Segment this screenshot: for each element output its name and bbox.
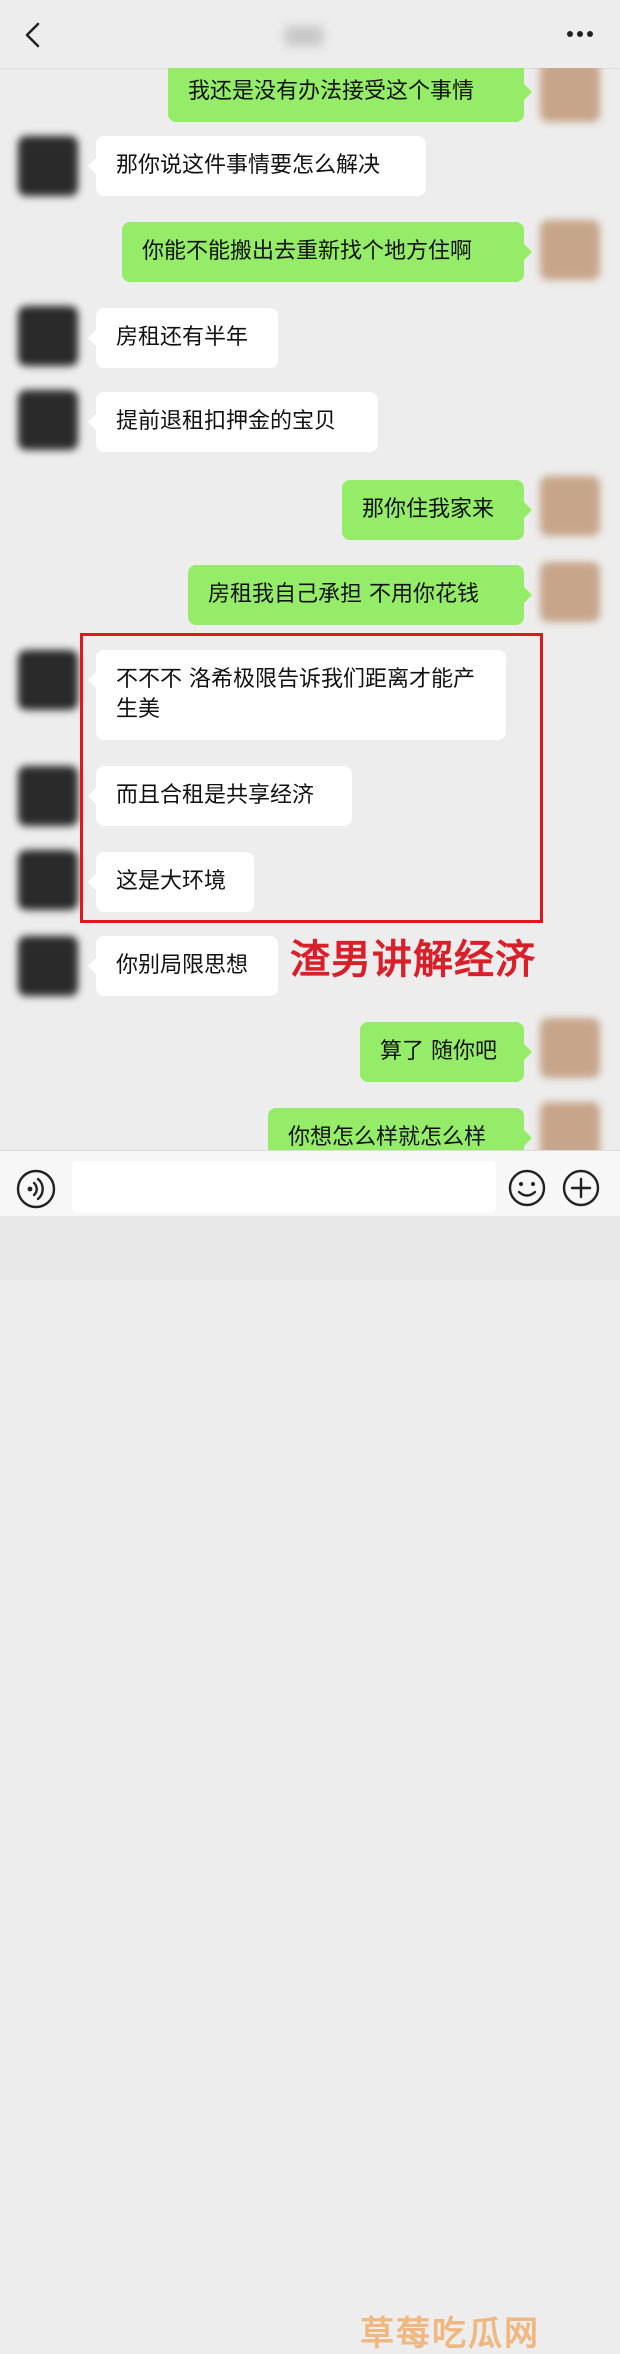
input-bar: 草莓吃瓜网 [0, 1150, 620, 2354]
my-avatar[interactable] [540, 220, 600, 280]
chat-header [0, 0, 620, 69]
my-avatar[interactable] [540, 1018, 600, 1078]
annotation-text: 渣男讲解经济 [290, 937, 536, 983]
my-avatar[interactable] [540, 562, 600, 622]
plus-icon[interactable] [562, 1169, 600, 1207]
message-outgoing[interactable]: 算了 随你吧 [360, 1022, 532, 1082]
chevron-left-icon[interactable] [22, 22, 44, 48]
voice-icon[interactable] [16, 1169, 56, 1209]
bottom-strip [0, 1216, 620, 1280]
message-outgoing[interactable]: 那你住我家来 [342, 480, 532, 540]
contact-avatar[interactable] [18, 850, 78, 910]
message-outgoing[interactable]: 我还是没有办法接受这个事情 [168, 68, 532, 122]
ellipsis-icon[interactable] [566, 30, 594, 38]
message-incoming[interactable]: 房租还有半年 [88, 308, 278, 368]
message-input[interactable] [72, 1161, 496, 1213]
message-outgoing[interactable]: 房租我自己承担 不用你花钱 [188, 565, 532, 625]
chat-title [284, 26, 324, 46]
contact-avatar[interactable] [18, 390, 78, 450]
message-outgoing[interactable]: 你能不能搬出去重新找个地方住啊 [122, 222, 532, 282]
message-incoming[interactable]: 提前退租扣押金的宝贝 [88, 392, 378, 452]
contact-avatar[interactable] [18, 766, 78, 826]
message-list[interactable]: 我还是没有办法接受这个事情 那你说这件事情要怎么解决 你能不能搬出去重新找个地方… [0, 68, 620, 1150]
message-incoming[interactable]: 那你说这件事情要怎么解决 [88, 136, 426, 196]
message-incoming[interactable]: 你别局限思想 [88, 936, 278, 996]
contact-avatar[interactable] [18, 306, 78, 366]
highlight-box [80, 633, 543, 923]
my-avatar[interactable] [540, 68, 600, 122]
contact-avatar[interactable] [18, 650, 78, 710]
contact-avatar[interactable] [18, 936, 78, 996]
emoji-icon[interactable] [508, 1169, 546, 1207]
my-avatar[interactable] [540, 476, 600, 536]
contact-avatar[interactable] [18, 136, 78, 196]
watermark: 草莓吃瓜网 [360, 2314, 540, 2354]
my-avatar[interactable] [540, 1102, 600, 1150]
message-outgoing[interactable]: 你想怎么样就怎么样 [268, 1108, 532, 1150]
